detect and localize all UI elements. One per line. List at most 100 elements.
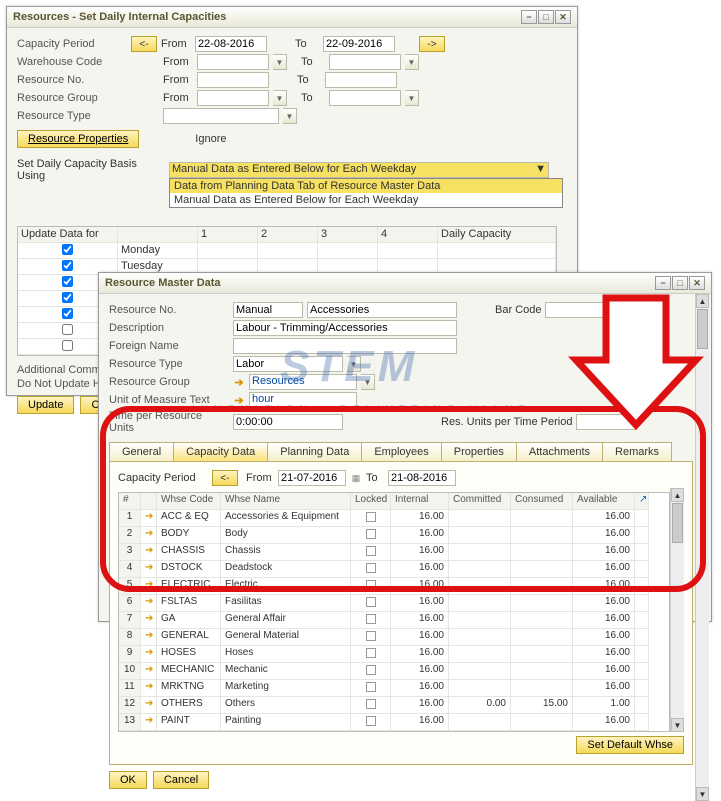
resource-properties-button[interactable]: Resource Properties — [17, 130, 139, 148]
drill-icon[interactable]: ➔ — [141, 561, 157, 578]
dropdown-icon[interactable]: ▼ — [347, 356, 361, 372]
tab-planning-data[interactable]: Planning Data — [267, 442, 362, 461]
drill-icon[interactable]: ➔ — [141, 544, 157, 561]
dropdown-icon[interactable]: ▼ — [405, 54, 419, 70]
table-row[interactable]: 3➔CHASSISChassis16.0016.00 — [119, 544, 669, 561]
time-per-unit-input[interactable] — [233, 414, 343, 430]
table-row[interactable]: 6➔FSLTASFasilitas16.0016.00 — [119, 595, 669, 612]
dropdown-option[interactable]: Data from Planning Data Tab of Resource … — [170, 179, 562, 193]
from-date-input[interactable] — [195, 36, 267, 52]
calendar-icon[interactable]: ▦ — [350, 473, 362, 484]
scroll-thumb[interactable] — [697, 309, 708, 349]
dropdown-icon[interactable]: ▼ — [283, 108, 297, 124]
cap-from-input[interactable] — [278, 470, 346, 486]
day-checkbox[interactable] — [62, 324, 73, 335]
table-row[interactable]: 2➔BODYBody16.0016.00 — [119, 527, 669, 544]
expand-icon[interactable]: ↗ — [635, 493, 649, 510]
locked-checkbox[interactable] — [366, 682, 376, 692]
foreign-name-input[interactable] — [233, 338, 457, 354]
tab-employees[interactable]: Employees — [361, 442, 441, 461]
minimize-button[interactable]: − — [521, 10, 537, 24]
drill-icon[interactable]: ➔ — [141, 527, 157, 544]
drill-icon[interactable]: ➔ — [141, 578, 157, 595]
locked-checkbox[interactable] — [366, 512, 376, 522]
table-row[interactable]: 9➔HOSESHoses16.0016.00 — [119, 646, 669, 663]
table-row[interactable]: 5➔ELECTRICElectric16.0016.00 — [119, 578, 669, 595]
prev-period-button[interactable]: <- — [212, 470, 238, 486]
drill-icon[interactable]: ➔ — [141, 697, 157, 714]
locked-checkbox[interactable] — [366, 597, 376, 607]
rtype-input[interactable] — [163, 108, 279, 124]
locked-checkbox[interactable] — [366, 563, 376, 573]
drill-icon[interactable]: ➔ — [141, 646, 157, 663]
ok-button[interactable]: OK — [109, 771, 147, 789]
locked-checkbox[interactable] — [366, 614, 376, 624]
cap-to-input[interactable] — [388, 470, 456, 486]
drill-icon[interactable]: ➔ — [141, 680, 157, 697]
day-checkbox[interactable] — [62, 340, 73, 351]
res-from-input[interactable] — [197, 72, 269, 88]
tab-properties[interactable]: Properties — [441, 442, 517, 461]
res-units-input[interactable] — [576, 414, 636, 430]
drill-icon[interactable]: ➔ — [141, 510, 157, 527]
update-button[interactable]: Update — [17, 396, 74, 414]
table-row[interactable]: 12➔OTHERSOthers16.000.0015.001.00 — [119, 697, 669, 714]
scroll-down-icon[interactable]: ▼ — [696, 787, 709, 801]
basis-dropdown-list[interactable]: Data from Planning Data Tab of Resource … — [169, 178, 563, 208]
scroll-down-icon[interactable]: ▼ — [671, 718, 684, 732]
dropdown-icon[interactable]: ▼ — [273, 90, 287, 106]
minimize-button[interactable]: − — [655, 276, 671, 290]
vertical-scrollbar[interactable]: ▲ ▼ — [695, 294, 709, 801]
barcode-input[interactable] — [545, 302, 635, 318]
table-row[interactable]: 7➔GAGeneral Affair16.0016.00 — [119, 612, 669, 629]
description-input[interactable] — [233, 320, 457, 336]
grid-scrollbar[interactable]: ▲ ▼ — [670, 488, 684, 732]
res-to-input[interactable] — [325, 72, 397, 88]
table-row[interactable]: 13➔PAINTPainting16.0016.00 — [119, 714, 669, 731]
locked-checkbox[interactable] — [366, 546, 376, 556]
scroll-up-icon[interactable]: ▲ — [696, 294, 709, 308]
resource-type-input[interactable] — [233, 356, 343, 372]
day-checkbox[interactable] — [62, 260, 73, 271]
grp-to-input[interactable] — [329, 90, 401, 106]
drill-icon[interactable]: ➔ — [141, 595, 157, 612]
set-default-whse-button[interactable]: Set Default Whse — [576, 736, 684, 754]
tab-capacity-data[interactable]: Capacity Data — [173, 442, 268, 461]
scroll-up-icon[interactable]: ▲ — [671, 488, 684, 502]
maximize-button[interactable]: □ — [538, 10, 554, 24]
next-period-button[interactable]: -> — [419, 36, 445, 52]
locked-checkbox[interactable] — [366, 529, 376, 539]
scroll-thumb[interactable] — [672, 503, 683, 543]
drill-icon[interactable]: ➔ — [141, 663, 157, 680]
resource-no-value[interactable] — [307, 302, 457, 318]
table-row[interactable]: 10➔MECHANICMechanic16.0016.00 — [119, 663, 669, 680]
day-checkbox[interactable] — [62, 276, 73, 287]
locked-checkbox[interactable] — [366, 716, 376, 726]
grp-from-input[interactable] — [197, 90, 269, 106]
locked-checkbox[interactable] — [366, 648, 376, 658]
prev-period-button[interactable]: <- — [131, 36, 157, 52]
dropdown-icon[interactable]: ▼ — [273, 54, 287, 70]
uom-link[interactable]: hour — [249, 392, 357, 408]
maximize-button[interactable]: □ — [672, 276, 688, 290]
whse-from-input[interactable] — [197, 54, 269, 70]
locked-checkbox[interactable] — [366, 580, 376, 590]
to-date-input[interactable] — [323, 36, 395, 52]
drill-icon[interactable]: ➔ — [233, 394, 245, 407]
titlebar[interactable]: Resource Master Data − □ ✕ — [99, 273, 711, 294]
tab-remarks[interactable]: Remarks — [602, 442, 672, 461]
dropdown-option[interactable]: Manual Data as Entered Below for Each We… — [170, 193, 562, 207]
day-checkbox[interactable] — [62, 244, 73, 255]
close-button[interactable]: ✕ — [555, 10, 571, 24]
table-row[interactable]: 11➔MRKTNGMarketing16.0016.00 — [119, 680, 669, 697]
cancel-button[interactable]: Cancel — [153, 771, 209, 789]
whse-to-input[interactable] — [329, 54, 401, 70]
resource-group-link[interactable]: Resources — [249, 374, 357, 390]
table-row[interactable]: 1➔ACC & EQAccessories & Equipment16.0016… — [119, 510, 669, 527]
table-row[interactable]: 4➔DSTOCKDeadstock16.0016.00 — [119, 561, 669, 578]
close-button[interactable]: ✕ — [689, 276, 705, 290]
titlebar[interactable]: Resources - Set Daily Internal Capacitie… — [7, 7, 577, 28]
drill-icon[interactable]: ➔ — [233, 376, 245, 389]
basis-select[interactable]: Manual Data as Entered Below for Each We… — [169, 162, 549, 178]
drill-icon[interactable]: ➔ — [141, 714, 157, 731]
